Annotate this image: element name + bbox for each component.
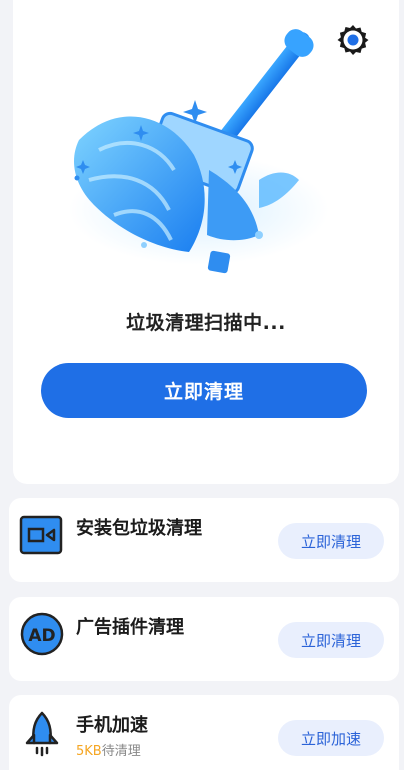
pending-size-text: 5KB待清理 (76, 740, 141, 759)
app-page: 垃圾清理扫描中... 立即清理 安装包垃圾清理 立即清理 AD 广告插件清理 立… (0, 0, 404, 770)
broom-cleaning-illustration (59, 20, 359, 290)
package-clean-button[interactable]: 立即清理 (278, 523, 384, 559)
hero-card: 垃圾清理扫描中... 立即清理 (13, 0, 399, 484)
feature-card-package-cleanup: 安装包垃圾清理 立即清理 (9, 498, 399, 582)
feature-title: 广告插件清理 (76, 617, 184, 638)
ad-icon: AD (19, 611, 65, 657)
rocket-icon (19, 709, 65, 757)
feature-card-ad-cleanup: AD 广告插件清理 立即清理 (9, 597, 399, 681)
svg-text:AD: AD (28, 626, 55, 646)
feature-title: 安装包垃圾清理 (76, 518, 202, 539)
scan-status-text: 垃圾清理扫描中... (126, 312, 286, 334)
boost-button[interactable]: 立即加速 (278, 720, 384, 756)
clean-now-button[interactable]: 立即清理 (41, 363, 367, 418)
ad-clean-button[interactable]: 立即清理 (278, 622, 384, 658)
package-icon (19, 512, 65, 558)
pending-size-suffix: 待清理 (101, 744, 141, 759)
pending-size-value: 5KB (76, 744, 102, 759)
feature-card-phone-boost: 手机加速 5KB待清理 立即加速 (9, 695, 399, 770)
feature-title: 手机加速 (76, 715, 148, 736)
